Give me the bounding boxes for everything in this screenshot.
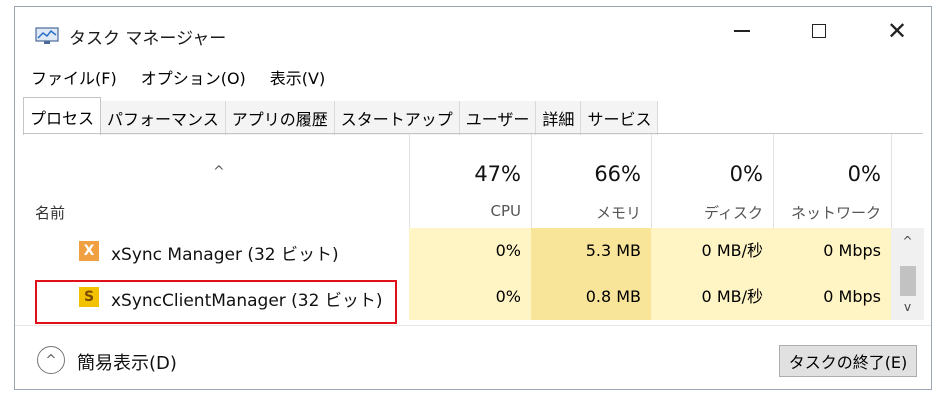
task-manager-window: タスク マネージャー ✕ ファイル(F) オプション(O) 表示(V) プロセス… <box>14 6 932 390</box>
close-icon: ✕ <box>886 17 908 45</box>
footer-divider <box>15 325 931 326</box>
tab-performance[interactable]: パフォーマンス <box>101 101 226 135</box>
column-header-name[interactable]: ^ 名前 <box>23 134 409 234</box>
brief-view-link[interactable]: 簡易表示(D) <box>77 349 177 375</box>
title-bar: タスク マネージャー ✕ <box>15 7 931 55</box>
menu-file[interactable]: ファイル(F) <box>27 65 121 89</box>
menu-view[interactable]: 表示(V) <box>266 65 329 89</box>
tab-users[interactable]: ユーザー <box>459 101 537 135</box>
network-total-percent: 0% <box>847 162 881 186</box>
column-label-disk: ディスク <box>704 204 763 222</box>
memory-total-percent: 66% <box>594 162 641 186</box>
tab-processes[interactable]: プロセス <box>23 97 102 135</box>
process-row[interactable]: X xSync Manager (32 ビット) 0% 5.3 MB 0 MB/… <box>23 228 891 274</box>
disk-total-percent: 0% <box>729 162 763 186</box>
minimize-button[interactable] <box>712 7 772 55</box>
process-memory: 0.8 MB <box>531 274 651 320</box>
tab-bar: プロセス パフォーマンス アプリの履歴 スタートアップ ユーザー 詳細 サービス <box>23 97 659 135</box>
column-label-cpu: CPU <box>490 202 522 220</box>
scroll-thumb[interactable] <box>900 266 916 296</box>
scroll-up-icon[interactable]: ^ <box>891 234 924 248</box>
column-label-network: ネットワーク <box>790 204 881 222</box>
process-memory: 5.3 MB <box>531 228 651 274</box>
end-task-button[interactable]: タスクの終了(E) <box>779 345 917 377</box>
column-label-name: 名前 <box>35 204 66 222</box>
process-name: xSync Manager (32 ビット) <box>111 245 339 265</box>
vertical-scrollbar[interactable]: ^ v <box>891 228 924 320</box>
column-header-disk[interactable]: 0% ディスク <box>651 134 773 234</box>
column-label-memory: メモリ <box>595 204 641 222</box>
close-button[interactable]: ✕ <box>867 7 927 55</box>
tab-app-history[interactable]: アプリの履歴 <box>225 101 335 135</box>
menu-bar: ファイル(F) オプション(O) 表示(V) <box>27 65 329 89</box>
process-network: 0 Mbps <box>773 228 891 274</box>
tab-startup[interactable]: スタートアップ <box>334 101 460 135</box>
window-title: タスク マネージャー <box>69 29 227 49</box>
task-manager-icon <box>35 27 59 44</box>
maximize-button[interactable] <box>789 7 849 55</box>
column-header-cpu[interactable]: 47% CPU <box>409 134 531 234</box>
header-scroll-spacer <box>891 134 925 234</box>
process-network: 0 Mbps <box>773 274 891 320</box>
column-header-memory[interactable]: 66% メモリ <box>531 134 651 234</box>
cpu-total-percent: 47% <box>474 162 521 186</box>
tab-services[interactable]: サービス <box>581 101 659 135</box>
column-header-network[interactable]: 0% ネットワーク <box>773 134 891 234</box>
tab-details[interactable]: 詳細 <box>536 101 582 135</box>
maximize-icon <box>812 24 826 38</box>
sort-ascending-icon: ^ <box>213 164 225 180</box>
highlight-box <box>35 280 397 324</box>
process-disk: 0 MB/秒 <box>651 228 773 274</box>
process-cpu: 0% <box>409 274 531 320</box>
scroll-down-icon[interactable]: v <box>891 300 924 314</box>
xsync-manager-icon: X <box>79 241 99 261</box>
collapse-icon[interactable]: ^ <box>37 346 65 374</box>
process-disk: 0 MB/秒 <box>651 274 773 320</box>
process-name-cell: X xSync Manager (32 ビット) <box>23 228 409 274</box>
menu-options[interactable]: オプション(O) <box>137 65 250 89</box>
process-cpu: 0% <box>409 228 531 274</box>
minimize-icon <box>734 30 750 32</box>
